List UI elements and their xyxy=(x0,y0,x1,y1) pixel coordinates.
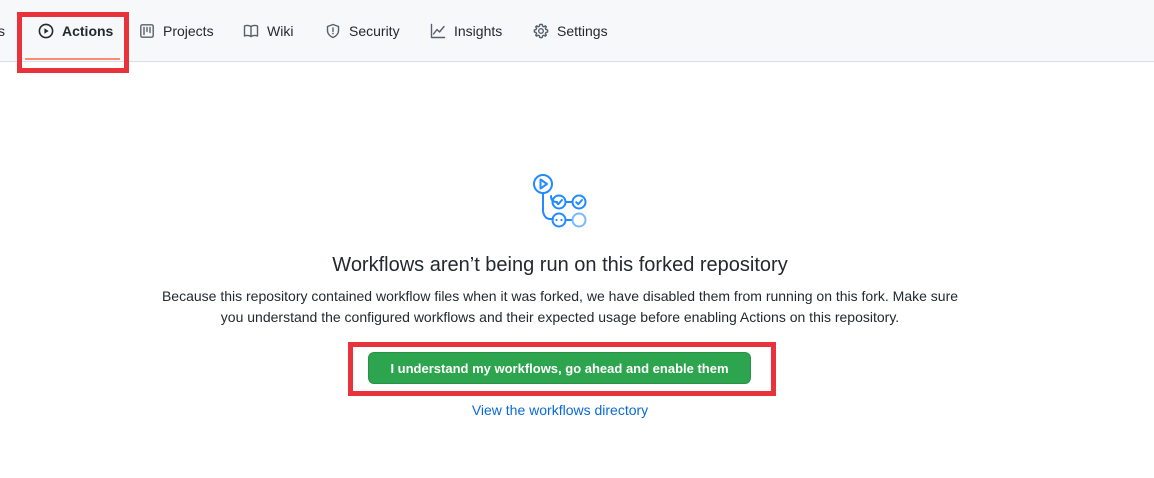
tab-insights-label: Insights xyxy=(454,22,503,39)
tab-security-label: Security xyxy=(349,22,400,39)
tab-projects-label: Projects xyxy=(163,22,214,39)
project-board-icon xyxy=(140,23,154,38)
tab-partial-offscreen[interactable]: s xyxy=(0,0,8,61)
workflow-illustration-icon xyxy=(533,174,587,228)
empty-state-title: Workflows aren’t being run on this forke… xyxy=(332,254,788,276)
tab-partial-label: s xyxy=(0,22,5,39)
tab-wiki-label: Wiki xyxy=(267,22,294,39)
enable-workflows-button[interactable]: I understand my workflows, go ahead and … xyxy=(368,352,751,384)
empty-state-description: Because this repository contained workfl… xyxy=(161,288,959,325)
tab-insights[interactable]: Insights xyxy=(430,0,502,61)
tab-wiki[interactable]: Wiki xyxy=(243,0,293,61)
active-tab-underline xyxy=(25,58,120,60)
shield-icon xyxy=(326,23,340,38)
tab-projects[interactable]: Projects xyxy=(139,0,214,61)
repo-nav: s Actions Projects Wiki Security Insight… xyxy=(0,0,1154,62)
tab-settings-label: Settings xyxy=(557,22,608,39)
graph-icon xyxy=(430,23,446,38)
tab-settings[interactable]: Settings xyxy=(533,0,608,61)
gear-icon xyxy=(533,23,549,38)
tab-actions[interactable]: Actions xyxy=(38,0,113,61)
book-icon xyxy=(243,24,259,37)
tab-actions-label: Actions xyxy=(62,22,114,39)
workflows-directory-link[interactable]: View the workflows directory xyxy=(0,402,1120,418)
play-icon xyxy=(38,23,54,38)
tab-security[interactable]: Security xyxy=(325,0,400,61)
